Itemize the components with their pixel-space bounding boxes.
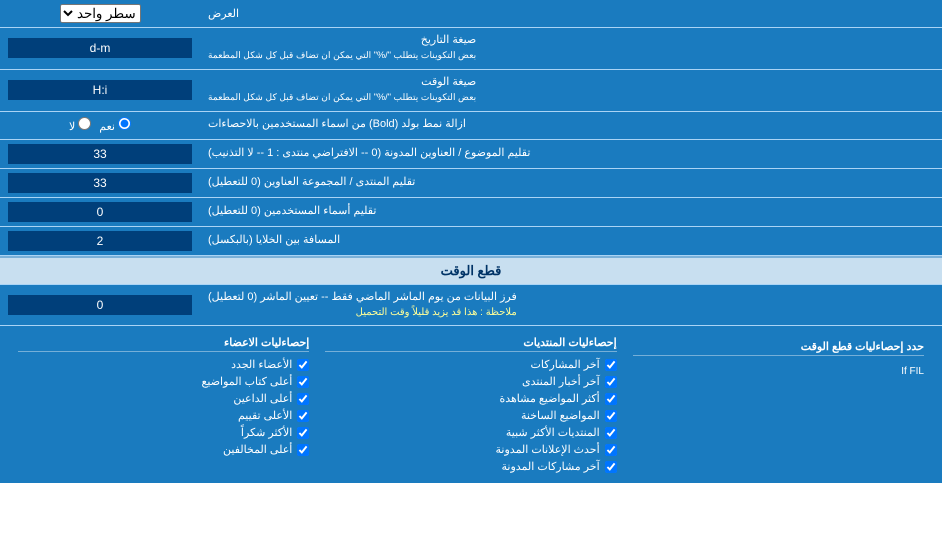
date-format-row: صيغة التاريخبعض التكوينات يتطلب "/%" الت… bbox=[0, 28, 942, 70]
user-names-label: تقليم أسماء المستخدمين (0 للتعطيل) bbox=[200, 198, 942, 226]
cb-most-viewed: أكثر المواضيع مشاهدة bbox=[325, 392, 616, 405]
space-cells-input[interactable] bbox=[8, 231, 192, 251]
cb-new-members-input[interactable] bbox=[297, 359, 309, 371]
user-names-text: تقليم أسماء المستخدمين (0 للتعطيل) bbox=[208, 204, 376, 219]
topic-address-input-cell bbox=[0, 140, 200, 168]
cb-most-like-forums: المنتديات الأكثر شبية bbox=[325, 426, 616, 439]
bold-no-radio[interactable] bbox=[78, 117, 91, 130]
cb-most-thanked: الأكثر شكراً bbox=[18, 426, 309, 439]
forum-address-row: تقليم المنتدى / المجموعة العناوين (0 للت… bbox=[0, 169, 942, 198]
realtime-section-title: قطع الوقت bbox=[441, 263, 502, 278]
cb-top-inviters-input[interactable] bbox=[297, 393, 309, 405]
cb-top-rated: الأعلى تقييم bbox=[18, 409, 309, 422]
cb-top-topic-writers: أعلى كتاب المواضيع bbox=[18, 375, 309, 388]
space-cells-input-cell bbox=[0, 227, 200, 255]
bold-text: ازالة نمط بولد (Bold) من اسماء المستخدمي… bbox=[208, 117, 466, 132]
time-format-input[interactable] bbox=[8, 80, 192, 100]
cb-latest-announcements: أحدث الإعلانات المدونة bbox=[325, 443, 616, 456]
fetch-row: فرز البيانات من يوم الماشر الماضي فقط --… bbox=[0, 285, 942, 327]
date-format-input-cell bbox=[0, 28, 200, 69]
display-row: العرض سطر واحد bbox=[0, 0, 942, 28]
forum-address-label: تقليم المنتدى / المجموعة العناوين (0 للت… bbox=[200, 169, 942, 197]
members-stats-header: إحصاءليات الاعضاء bbox=[18, 336, 309, 352]
forums-stats-col: إحصاءليات المنتديات آخر المشاركات آخر أخ… bbox=[317, 332, 624, 477]
topic-address-label: تقليم الموضوع / العناوين المدونة (0 -- ا… bbox=[200, 140, 942, 168]
display-title-text: العرض bbox=[208, 7, 239, 20]
checkboxes-row: حدد إحصاءليات قطع الوقت If FIL إحصاءليات… bbox=[10, 332, 932, 477]
cb-hot-topics: المواضيع الساخنة bbox=[325, 409, 616, 422]
cb-top-violators: أعلى المخالفين bbox=[18, 443, 309, 456]
cb-top-topic-writers-input[interactable] bbox=[297, 376, 309, 388]
time-format-label: صيغة الوقتبعض التكوينات يتطلب "/%" التي … bbox=[200, 70, 942, 111]
user-names-row: تقليم أسماء المستخدمين (0 للتعطيل) bbox=[0, 198, 942, 227]
bold-no-label: لا bbox=[69, 117, 91, 133]
topic-address-text: تقليم الموضوع / العناوين المدونة (0 -- ا… bbox=[208, 146, 530, 161]
if-fil-text: If FIL bbox=[633, 366, 924, 377]
bold-label: ازالة نمط بولد (Bold) من اسماء المستخدمي… bbox=[200, 112, 942, 139]
fetch-input-cell bbox=[0, 285, 200, 326]
space-cells-row: المسافة بين الخلايا (بالبكسل) bbox=[0, 227, 942, 256]
bold-row: ازالة نمط بولد (Bold) من اسماء المستخدمي… bbox=[0, 112, 942, 140]
fetch-label: فرز البيانات من يوم الماشر الماضي فقط --… bbox=[200, 285, 942, 326]
time-format-input-cell bbox=[0, 70, 200, 111]
date-format-text: صيغة التاريخبعض التكوينات يتطلب "/%" الت… bbox=[208, 33, 476, 64]
limit-label-col: حدد إحصاءليات قطع الوقت If FIL bbox=[625, 332, 932, 477]
forum-address-input-cell bbox=[0, 169, 200, 197]
fetch-text: فرز البيانات من يوم الماشر الماضي فقط --… bbox=[208, 290, 517, 321]
user-names-input[interactable] bbox=[8, 202, 192, 222]
cb-blog-posts-input[interactable] bbox=[605, 461, 617, 473]
cb-last-posts-input[interactable] bbox=[605, 359, 617, 371]
bold-yes-label: نعم bbox=[99, 117, 131, 133]
limit-label-text: حدد إحصاءليات قطع الوقت bbox=[801, 341, 924, 353]
cb-top-inviters: أعلى الداعين bbox=[18, 392, 309, 405]
top-select-cell: سطر واحد bbox=[0, 0, 200, 27]
members-stats-col: إحصاءليات الاعضاء الأعضاء الجدد أعلى كتا… bbox=[10, 332, 317, 477]
cb-top-violators-input[interactable] bbox=[297, 444, 309, 456]
user-names-input-cell bbox=[0, 198, 200, 226]
limit-col-header: حدد إحصاءليات قطع الوقت bbox=[633, 340, 924, 356]
cb-forum-news: آخر أخبار المنتدى bbox=[325, 375, 616, 388]
time-format-text: صيغة الوقتبعض التكوينات يتطلب "/%" التي … bbox=[208, 75, 476, 106]
forum-address-text: تقليم المنتدى / المجموعة العناوين (0 للت… bbox=[208, 175, 415, 190]
realtime-section-header: قطع الوقت bbox=[0, 256, 942, 285]
space-cells-text: المسافة بين الخلايا (بالبكسل) bbox=[208, 233, 340, 248]
space-cells-label: المسافة بين الخلايا (بالبكسل) bbox=[200, 227, 942, 255]
cb-top-rated-input[interactable] bbox=[297, 410, 309, 422]
lines-select[interactable]: سطر واحد bbox=[60, 4, 141, 23]
cb-most-like-forums-input[interactable] bbox=[605, 427, 617, 439]
cb-forum-news-input[interactable] bbox=[605, 376, 617, 388]
date-format-label: صيغة التاريخبعض التكوينات يتطلب "/%" الت… bbox=[200, 28, 942, 69]
cb-latest-announcements-input[interactable] bbox=[605, 444, 617, 456]
checkboxes-section: حدد إحصاءليات قطع الوقت If FIL إحصاءليات… bbox=[0, 326, 942, 483]
forums-stats-header: إحصاءليات المنتديات bbox=[325, 336, 616, 352]
date-format-input[interactable] bbox=[8, 38, 192, 58]
time-format-row: صيغة الوقتبعض التكوينات يتطلب "/%" التي … bbox=[0, 70, 942, 112]
fetch-input[interactable] bbox=[8, 295, 192, 315]
topic-address-input[interactable] bbox=[8, 144, 192, 164]
forum-address-input[interactable] bbox=[8, 173, 192, 193]
cb-most-viewed-input[interactable] bbox=[605, 393, 617, 405]
cb-hot-topics-input[interactable] bbox=[605, 410, 617, 422]
cb-blog-posts: آخر مشاركات المدونة bbox=[325, 460, 616, 473]
display-label: العرض bbox=[200, 0, 942, 27]
cb-most-thanked-input[interactable] bbox=[297, 427, 309, 439]
topic-address-row: تقليم الموضوع / العناوين المدونة (0 -- ا… bbox=[0, 140, 942, 169]
cb-last-posts: آخر المشاركات bbox=[325, 358, 616, 371]
bold-yes-radio[interactable] bbox=[118, 117, 131, 130]
bold-radio-cell: نعم لا bbox=[0, 112, 200, 139]
cb-new-members: الأعضاء الجدد bbox=[18, 358, 309, 371]
